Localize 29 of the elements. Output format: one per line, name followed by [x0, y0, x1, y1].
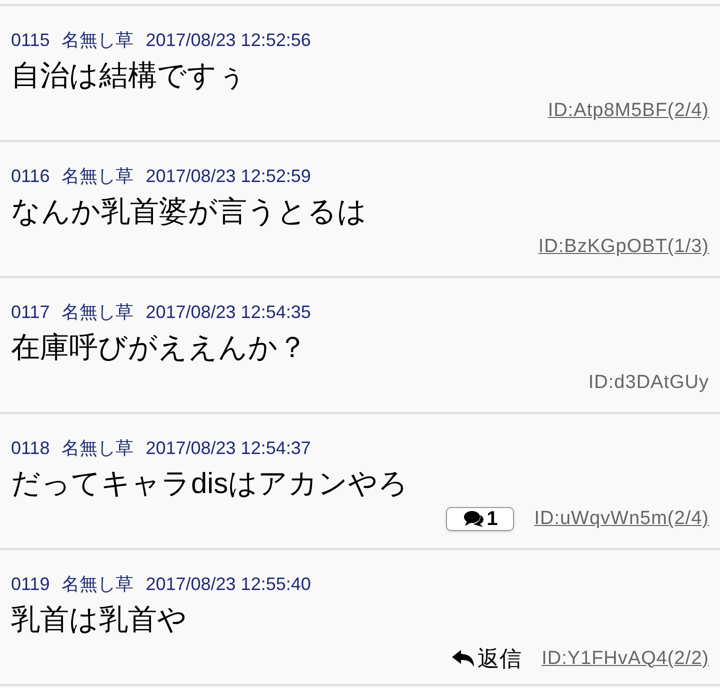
id-link[interactable]: ID:uWqvWn5m(2/4)	[534, 506, 709, 532]
post-body: 乳首は乳首や	[11, 603, 188, 638]
post-date: 2017/08/23 12:55:40	[146, 573, 311, 596]
author-name: 名無し草	[62, 437, 134, 460]
post-date: 2017/08/23 12:52:59	[146, 165, 311, 188]
post-number: 0116	[11, 165, 50, 188]
post-body: だってキャラdisはアカンやろ	[11, 467, 410, 502]
reply-button[interactable]: 返信	[452, 642, 522, 675]
post-number: 0117	[11, 301, 50, 324]
author-name: 名無し草	[62, 301, 134, 324]
speech-bubbles-icon	[462, 510, 485, 528]
id-link[interactable]: ID:Atp8M5BF(2/4)	[548, 98, 709, 124]
author-name: 名無し草	[62, 165, 134, 188]
post-body: 自治は結構ですぅ	[11, 59, 248, 94]
id-link[interactable]: ID:Y1FHvAQ4(2/2)	[542, 646, 709, 672]
post-body: なんか乳首婆が言うとるは	[11, 195, 368, 230]
author-name: 名無し草	[62, 29, 134, 52]
post-date: 2017/08/23 12:54:35	[146, 301, 311, 324]
post-date: 2017/08/23 12:52:56	[146, 29, 311, 52]
reply-arrow-icon	[452, 648, 476, 668]
post-number: 0119	[11, 573, 50, 596]
post-number: 0115	[11, 29, 50, 52]
id-link[interactable]: ID:BzKGpOBT(1/3)	[538, 234, 709, 260]
reply-count-button[interactable]: 1	[446, 507, 514, 531]
post-date: 2017/08/23 12:54:37	[146, 437, 311, 460]
post-body: 在庫呼びがええんか？	[11, 331, 308, 366]
post-number: 0118	[11, 437, 50, 460]
author-name: 名無し草	[62, 573, 134, 596]
poster-id: ID:d3DAtGUy	[588, 371, 709, 395]
